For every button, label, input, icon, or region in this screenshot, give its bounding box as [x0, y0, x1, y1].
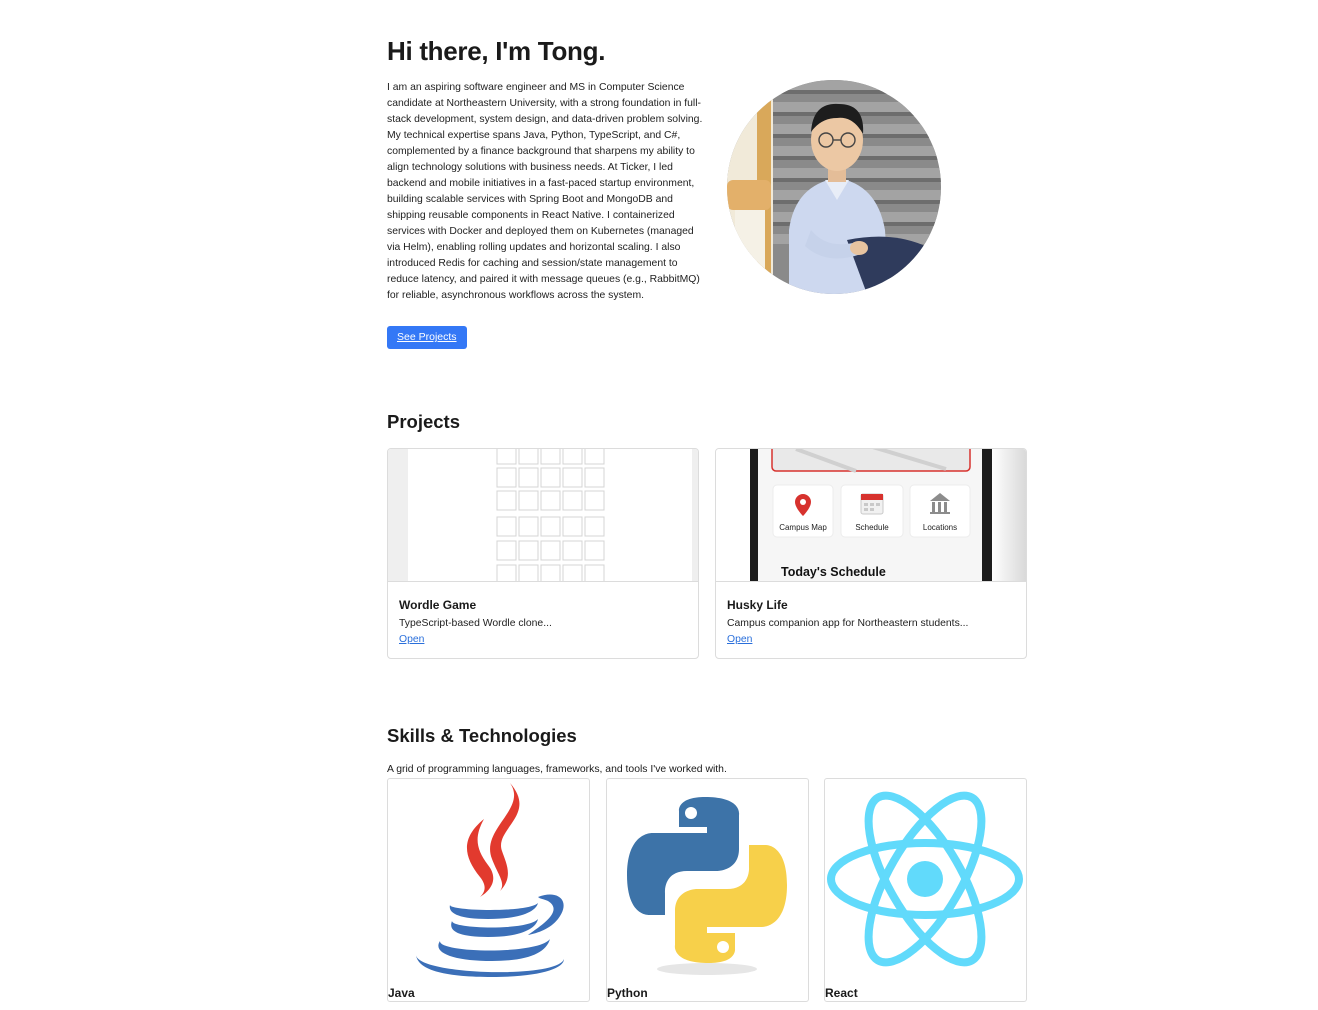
project-title: Wordle Game	[399, 598, 477, 612]
tile-label-locations: Locations	[923, 523, 957, 532]
hero-section: Hi there, I'm Tong. I am an aspiring sof…	[387, 36, 1027, 356]
skills-description: A grid of programming languages, framewo…	[387, 764, 727, 775]
skill-name: Java	[388, 986, 415, 1000]
husky-life-screenshot: Campus Map Schedule Locations Today's Sc…	[716, 449, 1026, 582]
skill-card-react: React	[824, 778, 1027, 1002]
see-projects-button[interactable]: See Projects	[387, 326, 467, 349]
skill-card-python: Python	[606, 778, 809, 1002]
skill-name: React	[825, 986, 858, 1000]
project-open-link[interactable]: Open	[399, 634, 424, 645]
skill-card-java: Java	[387, 778, 590, 1002]
python-icon	[607, 779, 808, 984]
project-description: TypeScript-based Wordle clone...	[399, 618, 552, 629]
skills-heading: Skills & Technologies	[387, 725, 577, 746]
projects-grid: Wordle Game TypeScript-based Wordle clon…	[387, 448, 1027, 659]
hero-bio: I am an aspiring software engineer and M…	[387, 82, 703, 301]
project-card-husky-life[interactable]: Campus Map Schedule Locations Today's Sc…	[715, 448, 1027, 659]
react-icon	[825, 779, 1026, 984]
page-title: Hi there, I'm Tong.	[387, 36, 606, 66]
schedule-heading: Today's Schedule	[781, 565, 886, 579]
tile-label-schedule: Schedule	[855, 523, 889, 532]
project-description: Campus companion app for Northeastern st…	[727, 618, 969, 629]
wordle-screenshot	[388, 449, 698, 582]
tile-label-campus-map: Campus Map	[779, 523, 827, 532]
skill-name: Python	[607, 986, 648, 1000]
profile-photo	[727, 80, 941, 294]
project-card-wordle[interactable]: Wordle Game TypeScript-based Wordle clon…	[387, 448, 699, 659]
project-open-link[interactable]: Open	[727, 634, 752, 645]
java-icon	[388, 779, 589, 984]
project-title: Husky Life	[727, 598, 788, 612]
projects-heading: Projects	[387, 411, 461, 432]
